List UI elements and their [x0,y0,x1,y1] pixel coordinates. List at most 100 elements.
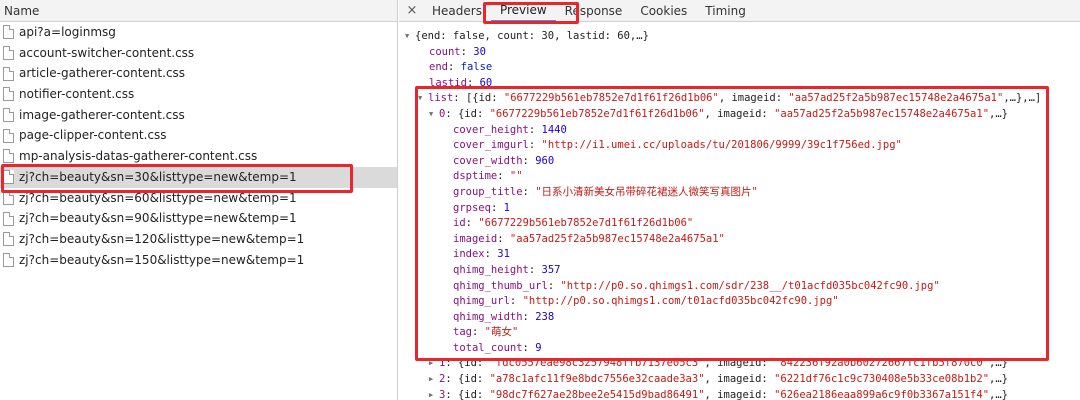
json-value: "http://p0.so.qhimgs1.com/t01acfd035bc04… [522,295,839,308]
json-value: false [460,61,493,74]
json-summary-part: , imageid: [704,107,775,120]
json-value: "a78c1afc11f9e8bdc7556e32caade3a3" [489,373,705,386]
json-value: 1 [503,201,510,214]
file-icon [3,211,14,226]
json-key: tag [453,326,472,339]
json-key: index [453,248,485,261]
json-colon: : {id: [445,388,490,400]
close-icon[interactable]: × [401,3,423,18]
json-field-line: count: 30 [399,45,1080,61]
json-summary-part: {id: [457,107,490,120]
json-root-summary: {end: false, count: 30, lastid: 60,…} [415,30,649,42]
request-name: zj?ch=beauty&sn=120&listtype=new&temp=1 [19,231,305,246]
request-row[interactable]: notifier-content.css [0,84,397,105]
json-key: list [428,92,454,105]
json-colon: : [497,170,510,183]
request-row[interactable]: zj?ch=beauty&sn=90&listtype=new&temp=1 [0,208,397,229]
json-colon: : [528,139,542,152]
json-field-line: qhimg_width: 238 [399,310,1080,326]
request-row[interactable]: zj?ch=beauty&sn=60&listtype=new&temp=1 [0,188,397,209]
json-key: lastid [429,76,467,89]
request-row[interactable]: article-gatherer-content.css [0,63,397,84]
file-icon [3,108,14,123]
request-row[interactable]: page-clipper-content.css [0,125,397,146]
request-row[interactable]: api?a=loginmsg [0,22,397,43]
request-name: account-switcher-content.css [19,45,195,60]
expand-arrow-right-icon[interactable]: ▶ [429,356,439,372]
file-icon [3,87,14,102]
expand-arrow-down-icon[interactable]: ▼ [429,107,439,123]
json-item-line[interactable]: ▶ 2: {id: "a78c1afc11f9e8bdc7556e32caade3… [399,372,1080,388]
json-preview: ▼ {end: false, count: 30, lastid: 60,…} co… [399,22,1080,400]
json-summary-part: , imageid: [704,373,775,386]
json-colon: : [497,232,510,245]
json-colon: : [453,92,466,105]
request-name: image-gatherer-content.css [19,107,185,122]
request-row[interactable]: zj?ch=beauty&sn=30&listtype=new&temp=1 [0,166,397,188]
json-key: dsptime [453,170,498,183]
tab-preview[interactable]: Preview [490,0,556,22]
request-name: zj?ch=beauty&sn=30&listtype=new&temp=1 [19,169,297,184]
json-field-line: cover_height: 1440 [399,123,1080,139]
json-value: 9 [535,341,542,354]
json-key: cover_imgurl [453,139,529,152]
json-colon: : [460,45,474,58]
request-row[interactable]: image-gatherer-content.css [0,105,397,126]
json-key: qhimg_thumb_url [453,279,548,292]
request-row[interactable]: zj?ch=beauty&sn=150&listtype=new&temp=1 [0,250,397,271]
json-colon: : [522,154,536,167]
tab-response[interactable]: Response [556,0,632,22]
request-name: zj?ch=beauty&sn=60&listtype=new&temp=1 [19,190,297,205]
json-colon: : [528,263,542,276]
json-item-line[interactable]: ▶ 3: {id: "98dc7f627ae28bee2e5415d9bad864… [399,388,1080,400]
json-field-line: qhimg_thumb_url: "http://p0.so.qhimgs1.c… [399,279,1080,295]
request-name: zj?ch=beauty&sn=90&listtype=new&temp=1 [19,211,297,226]
tab-timing[interactable]: Timing [696,0,755,22]
json-field-line: imageid: "aa57ad25f2a5b987ec15748e2a4675… [399,232,1080,248]
json-key: id [453,217,466,230]
json-key: cover_height [453,123,529,136]
json-list-line[interactable]: ▼ list: [{id: "6677229b561eb7852e7d1f61f2… [399,91,1080,107]
tab-cookies[interactable]: Cookies [631,0,696,22]
json-item-line[interactable]: ▼ 0: {id: "6677229b561eb7852e7d1f61f26d1b… [399,107,1080,123]
json-value: "98dc7f627ae28bee2e5415d9bad86491" [489,388,705,400]
file-icon [3,252,14,267]
json-value: "日系小清新美女吊带碎花裙迷人微笑写真图片" [535,185,758,198]
tab-headers[interactable]: Headers [423,0,491,22]
expand-arrow-right-icon[interactable]: ▶ [429,372,439,388]
expand-arrow-right-icon[interactable]: ▶ [429,388,439,400]
json-field-line: total_count: 9 [399,341,1080,357]
json-value: "6221df76c1c9c730408e5b33ce08b1b2" [774,373,990,386]
expand-arrow-down-icon[interactable]: ▼ [405,29,415,45]
file-icon [3,25,14,40]
json-value: "aa57ad25f2a5b987ec15748e2a4675a1" [509,232,725,245]
json-summary-part: , imageid: [718,92,789,105]
json-root-line[interactable]: ▼ {end: false, count: 30, lastid: 60,…} [399,29,1080,45]
json-item-line[interactable]: ▶ 1: {id: "fdc0557eae98c3257948ffb7137e05… [399,356,1080,372]
json-summary-part: "aa57ad25f2a5b987ec15748e2a4675a1" [788,92,1004,105]
json-colon: : [522,341,536,354]
expand-arrow-down-icon[interactable]: ▼ [418,91,428,107]
request-name: zj?ch=beauty&sn=150&listtype=new&temp=1 [19,252,305,267]
file-icon [3,128,14,143]
json-summary-part: ,…} [989,357,1008,370]
json-value: "" [509,170,523,183]
json-field-line: dsptime: "" [399,169,1080,185]
json-summary-part: , imageid: [704,388,775,400]
json-field-line: cover_width: 960 [399,154,1080,170]
request-row[interactable]: mp-analysis-datas-gatherer-content.css [0,146,397,167]
json-summary-part: ,…} [989,388,1008,400]
name-column-header[interactable]: Name [0,0,397,22]
detail-tab-bar: × Headers Preview Response Cookies Timing [399,0,1080,22]
json-field-line: cover_imgurl: "http://i1.umei.cc/uploads… [399,138,1080,154]
request-name: page-clipper-content.css [19,128,167,143]
json-key: qhimg_url [453,295,510,308]
request-row[interactable]: account-switcher-content.css [0,43,397,64]
request-name: api?a=loginmsg [19,25,116,39]
request-row[interactable]: zj?ch=beauty&sn=120&listtype=new&temp=1 [0,229,397,250]
json-field-line: tag: "萌女" [399,325,1080,341]
json-field-line: qhimg_url: "http://p0.so.qhimgs1.com/t01… [399,294,1080,310]
json-colon: : {id: [445,373,490,386]
json-key: imageid [453,232,498,245]
json-summary-part: "6677229b561eb7852e7d1f61f26d1b06" [503,92,719,105]
